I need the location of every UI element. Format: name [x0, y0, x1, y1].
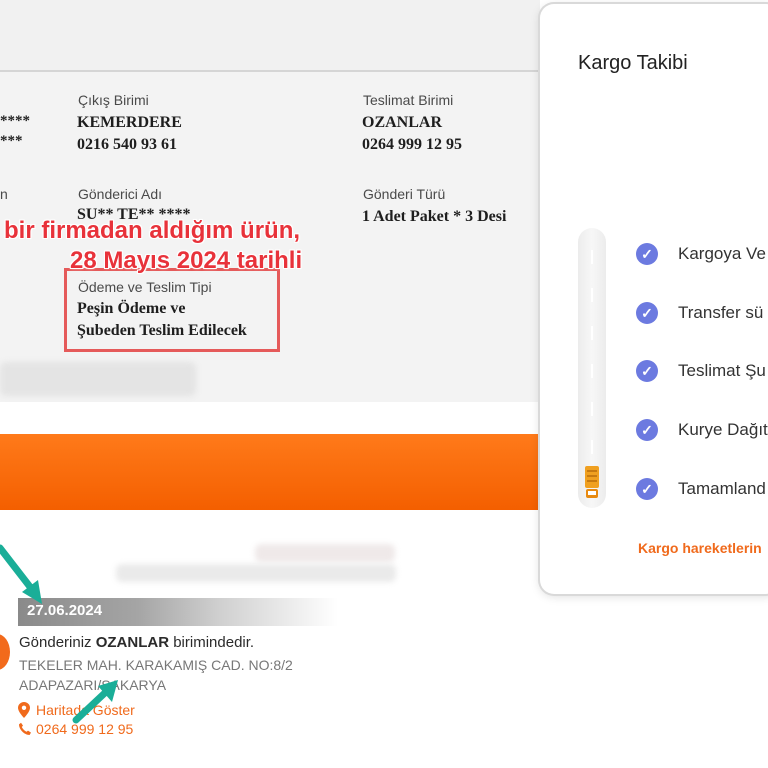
blurred-strip-2	[116, 564, 396, 582]
page-header-strip	[0, 0, 540, 72]
panel-spacer	[0, 402, 540, 434]
step-kargoya-verildi: ✓ Kargoya Ve	[636, 243, 766, 265]
gonderi-turu-label: Gönderi Türü	[363, 186, 446, 202]
teslimat-birimi-label: Teslimat Birimi	[363, 92, 454, 108]
timeline-dot	[0, 634, 10, 670]
road-dash	[591, 326, 593, 340]
message-branch: OZANLAR	[95, 634, 170, 651]
check-icon: ✓	[636, 419, 658, 441]
blurred-info	[0, 362, 196, 396]
cut-off-label: n	[0, 186, 8, 202]
road-dash	[591, 288, 593, 302]
teslimat-birimi-value: OZANLAR	[362, 114, 443, 131]
date-bar-fade	[218, 598, 338, 626]
step-kurye-dagitim: ✓ Kurye Dağıt	[636, 419, 768, 441]
cikis-birimi-phone: 0216 540 93 61	[77, 136, 177, 153]
truck-icon	[585, 466, 599, 498]
road-dash	[591, 440, 593, 454]
odeme-label: Ödeme ve Teslim Tipi	[78, 279, 212, 295]
check-icon: ✓	[636, 243, 658, 265]
step-label: Teslimat Şu	[678, 361, 766, 380]
cikis-birimi-label: Çıkış Birimi	[78, 92, 149, 108]
road-dash	[591, 364, 593, 378]
gonderici-adi-label: Gönderici Adı	[78, 186, 163, 202]
check-icon: ✓	[636, 478, 658, 500]
step-label: Kargoya Ve	[678, 244, 766, 263]
blurred-strip-1	[255, 544, 395, 562]
masked-left-value-1: ****	[0, 113, 30, 129]
check-icon: ✓	[636, 302, 658, 324]
message-prefix: Gönderiniz	[19, 634, 96, 651]
odeme-value-line1: Peşin Ödeme ve	[77, 300, 186, 317]
timeline-message: Gönderiniz OZANLAR birimindedir.	[19, 634, 254, 651]
step-transfer: ✓ Transfer sü	[636, 302, 763, 324]
road-dash	[591, 250, 593, 264]
cargo-movements-link[interactable]: Kargo hareketlerin	[638, 540, 762, 556]
map-pin-icon	[18, 702, 30, 718]
cargo-tracking-modal: Kargo Takibi ✓ Kargoya Ve ✓ Transfer sü …	[540, 4, 768, 594]
annotation-line-2: 28 Mayıs 2024 tarihli	[70, 247, 303, 274]
phone-icon	[19, 722, 31, 735]
road-dash	[591, 402, 593, 416]
masked-left-value-2: ***	[0, 133, 23, 149]
check-icon: ✓	[636, 360, 658, 382]
gonderi-turu-value: 1 Adet Paket * 3 Desi	[362, 208, 507, 225]
teslimat-birimi-phone: 0264 999 12 95	[362, 136, 462, 153]
arrow-icon	[72, 680, 118, 724]
orange-banner	[0, 434, 540, 510]
modal-title: Kargo Takibi	[578, 52, 688, 74]
step-label: Tamamland	[678, 479, 766, 498]
cikis-birimi-value: KEMERDERE	[77, 114, 182, 131]
step-label: Kurye Dağıt	[678, 420, 768, 439]
odeme-value-line2: Şubeden Teslim Edilecek	[77, 322, 247, 339]
step-tamamlandi: ✓ Tamamland	[636, 478, 766, 500]
step-teslimat-subesi: ✓ Teslimat Şu	[636, 360, 766, 382]
step-label: Transfer sü	[678, 303, 764, 322]
address-line-1: TEKELER MAH. KARAKAMIŞ CAD. NO:8/2	[19, 657, 293, 673]
message-suffix: birimindedir.	[169, 634, 255, 651]
annotation-line-1: bir firmadan aldığım ürün,	[4, 217, 301, 244]
arrow-icon	[0, 544, 42, 604]
